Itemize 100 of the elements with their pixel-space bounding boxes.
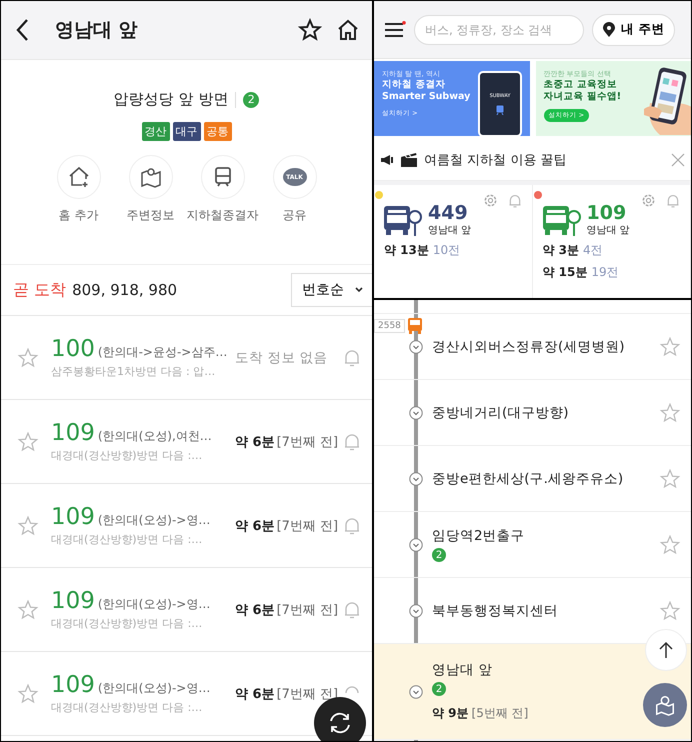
stops-away: 4전 [583,242,603,259]
nearby-button[interactable]: 내 주변 [592,14,676,46]
arrival-time: 약 6분 [235,434,275,450]
stop-direction: 압량성당 앞 방면 [114,90,228,109]
star-icon[interactable] [17,346,39,368]
arrival-time: 약 9분 [432,705,469,722]
stops-away: 19전 [591,264,619,281]
route-number: 109 [51,672,95,698]
next-stop: 대경대(경산방향)방면 다음 :… [51,448,204,463]
stops-away: [7번째 전] [276,602,338,618]
next-stop: 대경대(경산방향)방면 다음 :… [51,532,204,547]
bell-icon[interactable] [343,600,361,620]
bus-plate: 2558 [374,319,405,333]
refresh-icon [327,710,353,736]
bus-stop-icon [384,204,422,236]
up-arrow-icon [659,641,673,659]
megaphone-icon [380,154,394,166]
route-path: (한의대(오성),여천… [98,428,212,445]
bus-number: 449 [428,203,469,223]
arrival-time: 약 6분 [235,602,275,618]
star-icon[interactable] [659,534,681,556]
chevron-circle-icon [409,538,423,552]
back-icon[interactable] [15,18,31,42]
route-number: 100 [51,336,95,362]
arriving-label: 곧 도착 [13,280,66,300]
banner-headline: 지하철 종결자 [382,79,446,91]
close-icon[interactable] [671,153,685,167]
route-path: (한의대(오성)->영… [98,512,210,529]
home-icon[interactable] [336,18,360,42]
stops-away: [5번째 전] [472,705,528,722]
next-stop: 대경대(경산방향)방면 다음 :… [51,616,204,631]
arriving-routes: 809, 918, 980 [72,281,178,299]
action-button[interactable] [56,155,100,199]
bus-number: 109 [586,203,628,223]
chevron-circle-icon [409,684,423,698]
stop-name: 경산시외버스정류장(세명병원) [432,338,625,356]
star-icon[interactable] [17,514,39,536]
stops-away: [7번째 전] [276,434,338,450]
arrival-time: 약 13분 [384,242,429,259]
stops-away: 10전 [432,242,460,259]
arrival-time: 약 6분 [235,518,275,534]
sort-dropdown[interactable]: 번호순 [291,273,372,307]
arrival-time: 약 6분 [235,686,275,702]
stop-name: 영남대 앞 [432,661,492,679]
next-stop: 대경대(경산방향)방면 다음 :… [51,700,204,715]
settings-icon[interactable] [482,193,498,208]
action-label: 홈 추가 [58,207,98,224]
chevron-circle-icon [409,472,423,486]
settings-icon[interactable] [641,193,656,208]
stop-row[interactable]: 중방네거리(대구방향) [374,380,691,446]
stop-name: 영남대 앞 [428,224,472,237]
bus-stop-icon [542,204,580,236]
star-icon[interactable] [17,682,39,704]
action-label: 공유 [282,207,306,224]
stop-name: 영남대 앞 [586,224,630,237]
bell-icon[interactable] [343,432,361,452]
region-tag: 경산 [142,122,170,141]
action-button[interactable] [200,155,244,199]
stop-row[interactable]: 임당역2번출구 2 [374,512,691,578]
location-pin-icon [603,22,615,38]
arrival-status: 도착 정보 없음 [235,348,328,366]
bell-icon[interactable] [343,348,361,368]
star-icon[interactable] [659,468,681,490]
action-label: 주변정보 [126,207,174,224]
notice-text[interactable]: 여름철 지하철 이용 꿀팁 [424,151,566,169]
stop-name: 중방e편한세상(구.세왕주유소) [432,470,624,488]
star-icon[interactable] [659,402,681,424]
bell-icon[interactable] [343,516,361,536]
arrival-time: 약 15분 [542,264,588,281]
bus-icon [408,318,422,334]
star-icon[interactable] [17,430,39,452]
stops-away: [7번째 전] [276,518,338,534]
bell-icon[interactable] [508,193,522,209]
route-number: 109 [51,420,95,446]
star-icon[interactable] [17,598,39,620]
route-number: 109 [51,588,95,614]
star-icon[interactable] [659,336,681,358]
next-stop: 삼주봉황타운1차방면 다음 : 압… [51,364,216,379]
star-icon[interactable] [298,18,322,42]
subway-line-badge: 2 [243,92,260,108]
search-field[interactable]: 버스, 정류장, 장소 검색 [414,14,584,44]
stop-name: 중방네거리(대구방향) [432,404,569,422]
bell-icon[interactable] [666,193,680,209]
bell-icon[interactable] [343,684,361,692]
region-tag: 공통 [204,122,232,141]
stop-name: 북부동행정복지센터 [432,602,558,620]
menu-icon[interactable] [384,20,406,38]
subway-line-badge: 2 [432,682,446,696]
stop-row[interactable]: 영남대 앞 2 약 9분 [5번째 전] [374,644,691,740]
star-icon[interactable] [659,600,681,622]
page-title: 영남대 앞 [55,18,138,43]
stop-name: 임당역2번출구 [432,527,525,545]
action-button[interactable] [128,155,172,199]
home-add-icon [66,165,90,189]
route-number: 109 [51,504,95,530]
scroll-top-button[interactable] [645,629,687,671]
stop-row[interactable]: 중방e편한세상(구.세왕주유소) [374,446,691,512]
route-path: (한의대(오성)->영… [98,596,210,613]
subway-line-badge: 2 [432,548,446,562]
chevron-circle-icon [409,604,423,618]
